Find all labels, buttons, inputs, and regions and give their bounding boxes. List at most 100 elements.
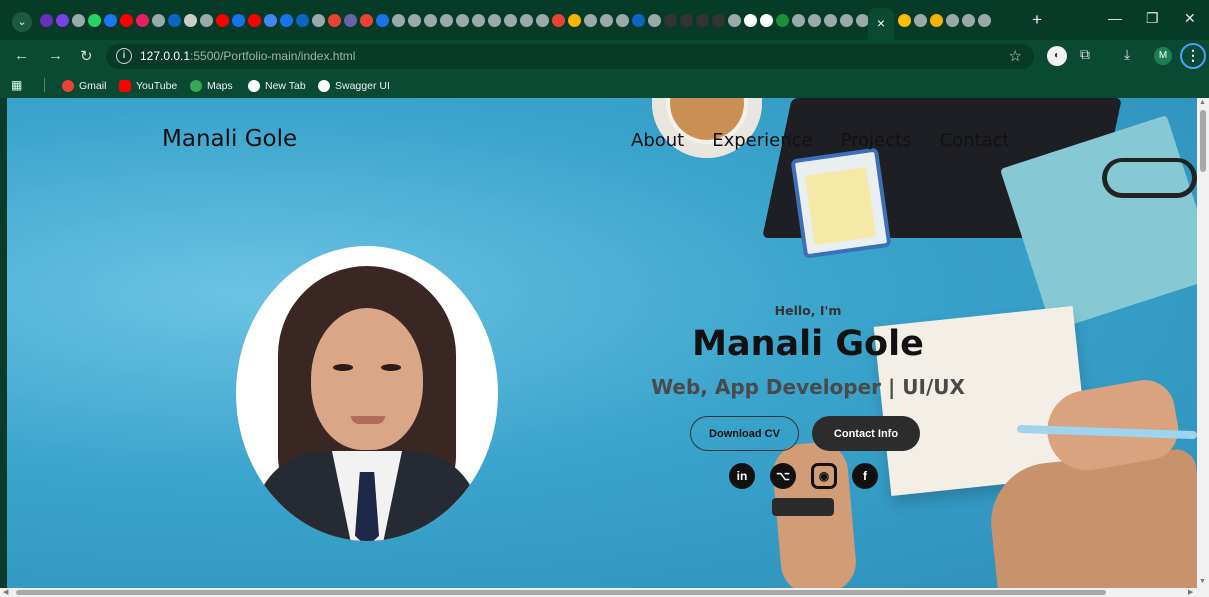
tab-favicon-icon[interactable] [568, 14, 581, 27]
tab-favicon-icon[interactable] [914, 14, 927, 27]
github-icon[interactable]: ⌥ [770, 463, 796, 489]
tab-favicon-icon[interactable] [744, 14, 757, 27]
bookmark-maps[interactable]: Maps [190, 78, 233, 94]
tab-favicon-icon[interactable] [712, 14, 725, 27]
tab-favicon-icon[interactable] [408, 14, 421, 27]
tab-favicon-icon[interactable] [808, 14, 821, 27]
site-brand[interactable]: Manali Gole [162, 126, 297, 152]
tab-favicon-icon[interactable] [504, 14, 517, 27]
vertical-scrollbar[interactable]: ▲ ▼ [1197, 98, 1209, 588]
tab-favicon-icon[interactable] [536, 14, 549, 27]
nav-contact[interactable]: Contact [940, 130, 1010, 151]
profile-avatar[interactable]: M [1154, 47, 1172, 65]
tab-favicon-icon[interactable] [472, 14, 485, 27]
tab-favicon-icon[interactable] [728, 14, 741, 27]
scroll-up-icon[interactable]: ▲ [1199, 99, 1206, 106]
bookmark-youtube[interactable]: YouTube [119, 78, 177, 94]
tab-favicon-icon[interactable] [898, 14, 911, 27]
download-icon[interactable]: ⤓ [1124, 46, 1130, 63]
bookmark-star-icon[interactable]: ☆ [1009, 47, 1022, 65]
tab-favicon-icon[interactable] [552, 14, 565, 27]
forward-icon[interactable]: → [48, 47, 63, 64]
bookmark-gmail[interactable]: Gmail [62, 78, 106, 94]
facebook-icon[interactable]: f [852, 463, 878, 489]
minimize-icon[interactable]: — [1108, 10, 1122, 26]
tab-favicon-icon[interactable] [946, 14, 959, 27]
tab-favicon-icon[interactable] [824, 14, 837, 27]
instagram-icon[interactable]: ◉ [811, 463, 837, 489]
bookmark-swagger-ui[interactable]: Swagger UI [318, 78, 390, 94]
tab-favicon-icon[interactable] [200, 14, 213, 27]
tab-favicon-icon[interactable] [600, 14, 613, 27]
tab-favicon-icon[interactable] [760, 14, 773, 27]
tab-favicon-icon[interactable] [280, 14, 293, 27]
restore-icon[interactable]: ❐ [1146, 10, 1159, 27]
extensions-puzzle-icon[interactable]: ⧉ [1080, 46, 1090, 63]
scroll-down-icon[interactable]: ▼ [1199, 578, 1206, 585]
tab-favicon-icon[interactable] [792, 14, 805, 27]
horizontal-scroll-thumb[interactable] [16, 590, 1106, 595]
vertical-scroll-thumb[interactable] [1200, 110, 1206, 172]
reload-icon[interactable]: ↻ [80, 47, 93, 65]
tab-favicon-icon[interactable] [360, 14, 373, 27]
tab-favicon-icon[interactable] [264, 14, 277, 27]
tab-favicon-icon[interactable] [584, 14, 597, 27]
close-window-icon[interactable]: ✕ [1184, 10, 1196, 27]
scroll-right-icon[interactable]: ▶ [1188, 588, 1193, 596]
tab-search-icon[interactable]: ⌄ [12, 12, 32, 32]
bookmark-new-tab[interactable]: New Tab [248, 78, 306, 94]
contact-info-button[interactable]: Contact Info [812, 416, 920, 451]
tab-favicon-icon[interactable] [296, 14, 309, 27]
tab-favicon-icon[interactable] [344, 14, 357, 27]
tab-favicon-icon[interactable] [962, 14, 975, 27]
tab-favicon-icon[interactable] [232, 14, 245, 27]
extension-icon[interactable]: ◐ [1047, 46, 1067, 66]
tab-favicon-icon[interactable] [488, 14, 501, 27]
url-text[interactable]: 127.0.0.1:5500/Portfolio-main/index.html [140, 49, 355, 63]
new-tab-button[interactable]: + [1032, 10, 1042, 30]
tab-favicon-icon[interactable] [168, 14, 181, 27]
linkedin-icon[interactable]: in [729, 463, 755, 489]
tab-favicon-icon[interactable] [216, 14, 229, 27]
tab-favicon-icon[interactable] [120, 14, 133, 27]
address-bar[interactable]: i 127.0.0.1:5500/Portfolio-main/index.ht… [106, 44, 1034, 69]
tab-favicon-icon[interactable] [978, 14, 991, 27]
site-info-icon[interactable]: i [116, 48, 132, 64]
back-icon[interactable]: ← [14, 47, 29, 64]
tab-favicon-icon[interactable] [392, 14, 405, 27]
tab-favicon-icon[interactable] [152, 14, 165, 27]
tab-favicon-icon[interactable] [184, 14, 197, 27]
tab-favicon-icon[interactable] [56, 14, 69, 27]
tab-favicon-icon[interactable] [840, 14, 853, 27]
nav-experience[interactable]: Experience [712, 130, 812, 151]
tab-favicon-icon[interactable] [776, 14, 789, 27]
tab-favicon-icon[interactable] [456, 14, 469, 27]
browser-menu-icon[interactable]: ⋮ [1180, 43, 1206, 69]
nav-projects[interactable]: Projects [841, 130, 912, 151]
tab-favicon-icon[interactable] [616, 14, 629, 27]
tab-favicon-icon[interactable] [136, 14, 149, 27]
tab-favicon-icon[interactable] [440, 14, 453, 27]
horizontal-scrollbar[interactable]: ◀ ▶ [0, 588, 1209, 597]
tab-favicon-icon[interactable] [312, 14, 325, 27]
tab-favicon-icon[interactable] [376, 14, 389, 27]
tab-favicon-icon[interactable] [424, 14, 437, 27]
active-tab-close-icon[interactable]: × [868, 8, 894, 40]
tab-favicon-icon[interactable] [248, 14, 261, 27]
nav-about[interactable]: About [631, 130, 684, 151]
scroll-left-icon[interactable]: ◀ [3, 588, 8, 596]
tab-favicon-icon[interactable] [664, 14, 677, 27]
tab-favicon-icon[interactable] [72, 14, 85, 27]
apps-grid-icon[interactable]: ▦ [11, 78, 22, 92]
tab-favicon-icon[interactable] [104, 14, 117, 27]
tab-favicon-icon[interactable] [328, 14, 341, 27]
tab-favicon-icon[interactable] [88, 14, 101, 27]
tab-favicon-icon[interactable] [930, 14, 943, 27]
tab-favicon-icon[interactable] [680, 14, 693, 27]
tab-favicon-icon[interactable] [648, 14, 661, 27]
download-cv-button[interactable]: Download CV [690, 416, 799, 451]
tab-favicon-icon[interactable] [520, 14, 533, 27]
tab-favicon-icon[interactable] [696, 14, 709, 27]
tab-favicon-icon[interactable] [40, 14, 53, 27]
tab-favicon-icon[interactable] [632, 14, 645, 27]
